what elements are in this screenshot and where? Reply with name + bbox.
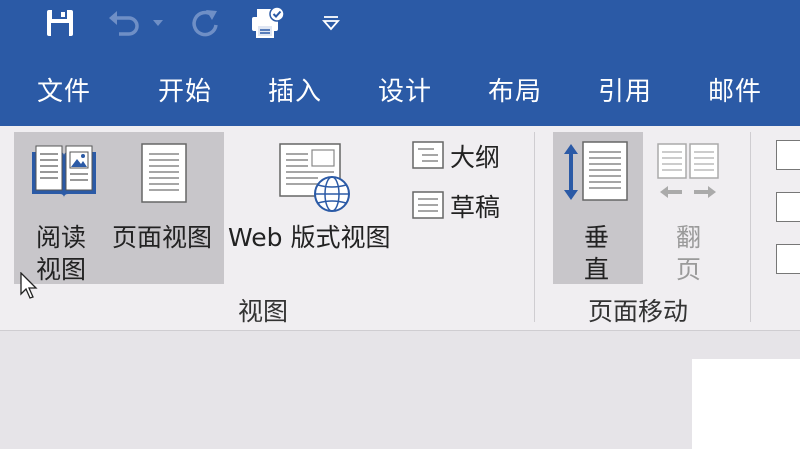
group-separator	[750, 132, 751, 322]
views-group-label: 视图	[238, 297, 289, 326]
ruler-checkbox[interactable]	[776, 140, 800, 170]
print-preview-icon	[252, 6, 285, 38]
web-layout-button[interactable]: Web 版式视图	[228, 132, 400, 284]
undo-icon	[109, 11, 139, 36]
vertical-scroll-button[interactable]: 垂 直	[553, 132, 643, 284]
page-icon	[141, 143, 187, 203]
tab-design[interactable]: 设计	[378, 58, 432, 126]
tab-home[interactable]: 开始	[158, 58, 212, 126]
side-by-side-pages-icon	[657, 143, 719, 198]
undo-button[interactable]	[104, 6, 144, 40]
web-page-icon	[279, 143, 350, 212]
web-layout-label: Web 版式视图	[228, 223, 391, 252]
tab-mailings[interactable]: 邮件	[708, 58, 762, 126]
draft-button[interactable]: 草稿	[410, 188, 510, 222]
side-to-side-label-line2: 页	[676, 255, 702, 284]
gridlines-checkbox[interactable]	[776, 192, 800, 222]
print-layout-label: 页面视图	[112, 223, 213, 252]
side-to-side-label-line1: 翻	[676, 223, 702, 252]
save-icon	[47, 10, 73, 36]
group-separator	[534, 132, 535, 322]
tab-references[interactable]: 引用	[598, 58, 652, 126]
navigation-pane-checkbox[interactable]	[776, 244, 800, 274]
ribbon-tabs: 文件 开始 插入 设计 布局 引用 邮件	[0, 58, 800, 126]
save-button[interactable]	[40, 6, 80, 40]
print-preview-button[interactable]	[246, 6, 290, 40]
undo-dropdown-icon	[153, 20, 163, 26]
draft-icon	[412, 191, 444, 219]
customize-qat-button[interactable]	[316, 6, 346, 40]
outline-icon	[412, 141, 444, 169]
page-movement-group-label: 页面移动	[588, 297, 689, 326]
document-area[interactable]	[0, 331, 800, 449]
side-to-side-button[interactable]: 翻 页	[648, 132, 730, 284]
outline-button[interactable]: 大纲	[410, 138, 510, 172]
print-layout-button[interactable]: 页面视图	[112, 132, 224, 284]
document-page[interactable]	[692, 359, 800, 449]
undo-dropdown-button[interactable]	[148, 6, 168, 40]
read-mode-label-line1: 阅读	[36, 223, 87, 252]
vertical-label-line2: 直	[584, 255, 610, 284]
outline-label: 大纲	[450, 143, 501, 172]
redo-button[interactable]	[186, 6, 226, 40]
tab-insert[interactable]: 插入	[268, 58, 322, 126]
ribbon-panel: 阅读 视图 页面视图 Web 版式视图 大纲 草稿 视图 垂 直 翻 页 页面移…	[0, 126, 800, 331]
read-mode-button[interactable]: 阅读 视图	[14, 132, 114, 284]
draft-label: 草稿	[450, 193, 501, 222]
redo-icon	[192, 10, 218, 37]
book-icon	[32, 145, 96, 198]
mouse-cursor-icon	[20, 272, 38, 299]
tab-layout[interactable]: 布局	[488, 58, 542, 126]
vertical-label-line1: 垂	[584, 223, 610, 252]
quick-access-toolbar	[0, 0, 800, 58]
customize-qat-icon	[322, 16, 340, 31]
read-mode-label-line2: 视图	[36, 255, 87, 284]
tab-file[interactable]: 文件	[37, 58, 91, 126]
vertical-pages-icon	[564, 141, 628, 201]
